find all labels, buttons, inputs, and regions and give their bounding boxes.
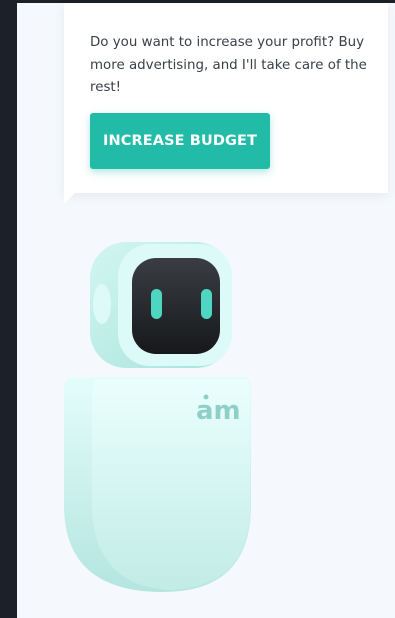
robot-badge-text: am: [196, 396, 241, 426]
robot-chest-logo: am: [196, 394, 241, 426]
robot-mascot-illustration: am: [64, 242, 251, 592]
